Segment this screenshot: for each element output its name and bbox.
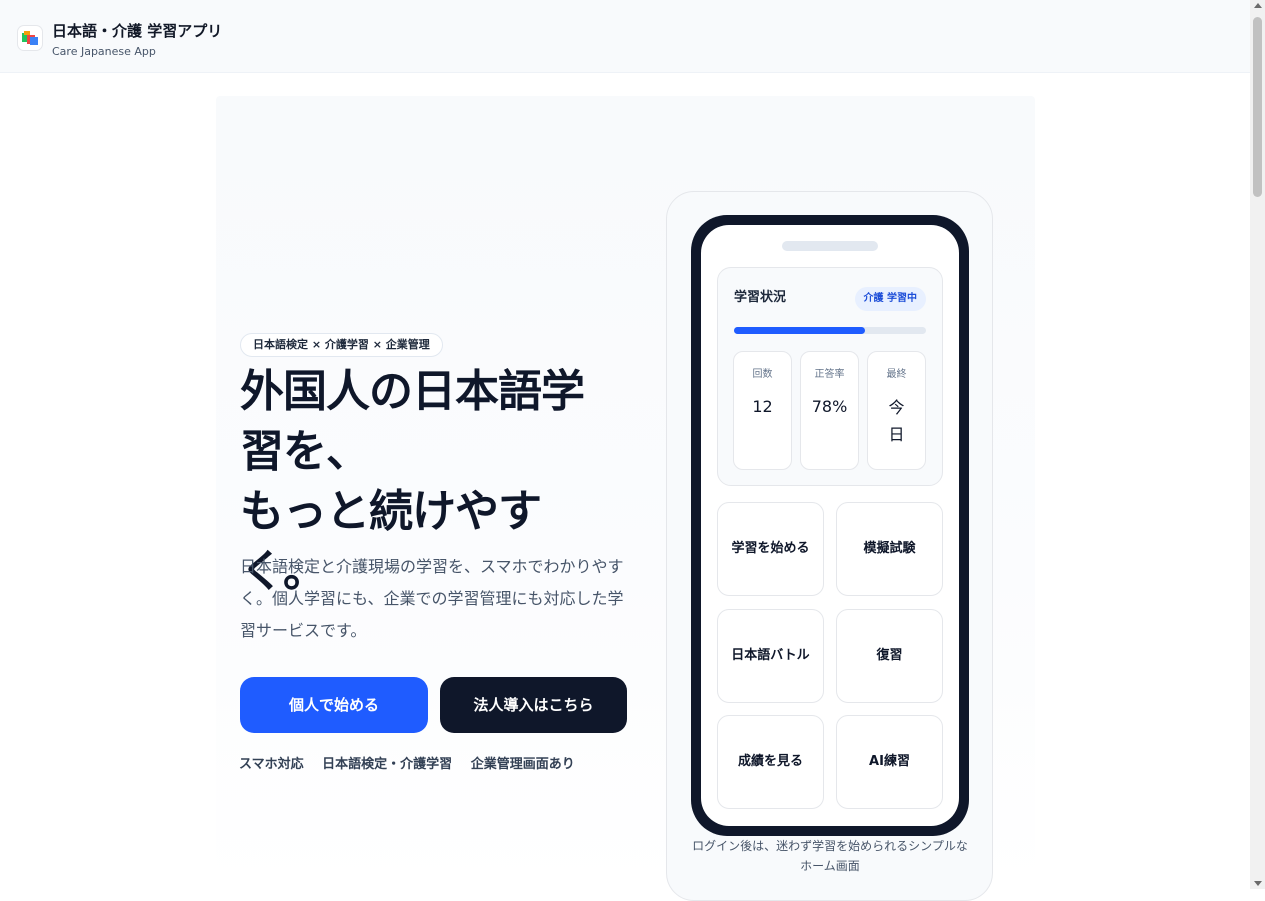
headline-line-2: 習を、 — [240, 426, 370, 477]
status-badge: 介護 学習中 — [854, 287, 926, 311]
corporate-inquiry-button[interactable]: 法人導入はこちら — [440, 677, 627, 733]
feature-item: スマホ対応 — [239, 757, 304, 772]
menu-start-learning[interactable]: 学習を始める — [717, 502, 824, 596]
scroll-down-arrow-icon[interactable] — [1254, 881, 1262, 886]
menu-view-results[interactable]: 成績を見る — [717, 715, 824, 809]
stat-value: 78% — [811, 397, 848, 416]
headline-line-1: 外国人の日本語学 — [240, 366, 585, 417]
stat-accuracy: 正答率 78% — [800, 351, 859, 470]
feature-item: 企業管理画面あり — [470, 757, 575, 772]
stat-label: 回数 — [752, 369, 773, 380]
progress-bar — [734, 327, 926, 334]
stat-value: 今日 — [888, 398, 905, 444]
progress-fill — [734, 327, 865, 334]
app-header: 日本語・介護 学習アプリ Care Japanese App — [0, 0, 1250, 73]
app-subtitle: Care Japanese App — [52, 45, 156, 58]
hero-description: 日本語検定と介護現場の学習を、スマホでわかりやすく。個人学習にも、企業での学習管… — [240, 557, 624, 640]
stat-value: 12 — [752, 397, 773, 416]
menu-mock-exam[interactable]: 模擬試験 — [836, 502, 943, 596]
feature-item: 日本語検定・介護学習 — [322, 757, 453, 772]
stat-last: 最終 今日 — [867, 351, 926, 470]
menu-review[interactable]: 復習 — [836, 609, 943, 703]
stat-label: 正答率 — [814, 369, 845, 380]
phone-caption: ログイン後は、迷わず学習を始められるシンプルなホーム画面 — [692, 839, 968, 873]
learning-status-card: 学習状況 介護 学習中 回数 12 正答率 78% 最終 今日 — [717, 267, 943, 486]
page-scrollbar[interactable] — [1250, 0, 1265, 889]
app-logo-icon[interactable] — [18, 26, 42, 50]
phone-notch — [782, 241, 878, 251]
phone-screen: 学習状況 介護 学習中 回数 12 正答率 78% 最終 今日 学習を始める 模… — [701, 225, 959, 826]
stat-count: 回数 12 — [733, 351, 792, 470]
start-individual-button[interactable]: 個人で始める — [240, 677, 428, 733]
hero-tag-chip: 日本語検定 × 介護学習 × 企業管理 — [240, 333, 443, 357]
phone-mockup: 学習状況 介護 学習中 回数 12 正答率 78% 最終 今日 学習を始める 模… — [691, 215, 969, 836]
scroll-up-arrow-icon[interactable] — [1254, 3, 1262, 8]
scrollbar-thumb[interactable] — [1253, 17, 1262, 197]
menu-japanese-battle[interactable]: 日本語バトル — [717, 609, 824, 703]
feature-list: スマホ対応 日本語検定・介護学習 企業管理画面あり — [239, 753, 589, 772]
stat-label: 最終 — [886, 369, 907, 380]
status-title: 学習状況 — [734, 290, 787, 305]
app-title[interactable]: 日本語・介護 学習アプリ — [52, 20, 222, 41]
menu-ai-practice[interactable]: AI練習 — [836, 715, 943, 809]
